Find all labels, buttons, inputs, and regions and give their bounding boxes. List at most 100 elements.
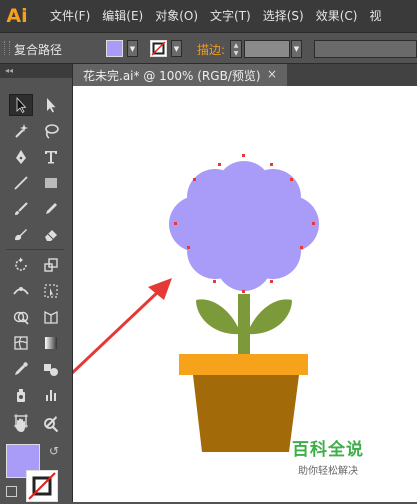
mesh-icon [14,336,28,350]
fill-color-swatch[interactable] [106,40,123,57]
selection-type-label: 复合路径 [14,43,63,57]
rotate-icon [15,257,27,271]
gradient-tool[interactable] [39,332,63,354]
default-colors-icon[interactable] [6,486,17,497]
menu-select[interactable]: 选择(S) [257,0,310,32]
pen-nib-icon [16,150,26,164]
eraser-icon [45,230,57,241]
pencil-icon [46,203,57,214]
magic-wand-icon [15,124,28,138]
close-tab-icon[interactable]: × [267,67,277,81]
lasso-tool[interactable] [39,120,63,142]
shape-builder-tool[interactable] [9,306,33,328]
width-tool-icon [13,287,29,295]
blend-tool[interactable] [39,358,63,380]
eraser-tool[interactable] [39,224,63,246]
rectangle-icon [45,178,57,188]
fill-dropdown-button[interactable]: ▼ [127,40,138,57]
chevron-down-icon: ▼ [293,45,300,53]
stroke-weight-dropdown[interactable]: ▼ [291,40,302,58]
menu-object[interactable]: 对象(O) [149,0,204,32]
left-leaf[interactable] [196,299,241,335]
blob-brush-icon [15,229,27,241]
stroke-dropdown-button[interactable]: ▼ [171,40,182,57]
stroke-weight-input[interactable] [244,40,290,58]
chevron-down-icon: ▼ [233,49,239,57]
chevron-down-icon: ▼ [173,44,180,53]
type-t-icon [45,151,57,164]
chevron-down-icon: ▼ [129,44,136,53]
document-tab[interactable]: 花未完.ai* @ 100% (RGB/预览) [73,64,287,86]
free-transform-icon [44,284,58,298]
menu-bar: Ai 文件(F) 编辑(E) 对象(O) 文字(T) 选择(S) 效果(C) 视 [0,0,417,32]
stroke-weight-spinner[interactable]: ▲ ▼ [230,40,242,58]
variable-width-dropdown[interactable] [314,40,417,58]
tools-collapse-button[interactable]: ◂◂ [0,64,72,78]
stroke-color-swatch[interactable] [150,40,167,57]
stroke-weight-label[interactable]: 描边: [197,41,225,58]
zoom-tool[interactable] [39,414,63,436]
type-tool[interactable] [39,146,63,168]
app-logo: Ai [6,5,28,27]
menu-effect[interactable]: 效果(C) [310,0,364,32]
column-graph-tool[interactable] [39,384,63,406]
scale-icon [44,258,58,272]
swap-fill-stroke-icon[interactable]: ↺ [49,444,59,458]
paintbrush-tool[interactable] [9,198,33,220]
width-tool[interactable] [9,280,33,302]
scale-tool[interactable] [39,254,63,276]
document-tab-bar: 花未完.ai* @ 100% (RGB/预览) × [73,64,417,86]
watermark-title: 百科全说 [292,440,364,460]
gradient-icon [45,337,57,349]
rectangle-tool[interactable] [39,172,63,194]
symbol-sprayer-tool[interactable] [9,384,33,406]
hand-icon [14,418,25,432]
direct-selection-arrow-icon [47,98,56,113]
pointer-arrow [73,278,172,375]
menu-file[interactable]: 文件(F) [44,0,96,32]
no-stroke-icon [28,472,56,500]
pen-tool[interactable] [9,146,33,168]
zoom-magnifier-icon [44,418,59,433]
menu-type[interactable]: 文字(T) [204,0,257,32]
tools-panel: ◂◂ [0,64,73,502]
flower-head[interactable] [169,161,319,291]
chevron-up-icon: ▲ [233,41,239,49]
line-segment-tool[interactable] [9,172,33,194]
blend-icon [44,364,58,376]
symbol-sprayer-icon [17,389,25,402]
selection-tool[interactable] [9,94,33,116]
pencil-tool[interactable] [39,198,63,220]
menu-items: 文件(F) 编辑(E) 对象(O) 文字(T) 选择(S) 效果(C) 视 [44,0,388,32]
line-segment-icon [14,176,28,190]
eyedropper-icon [15,362,28,375]
artwork [73,154,319,452]
control-bar: 复合路径 ▼ ▼ 描边: ▲ ▼ ▼ [0,32,417,64]
selection-arrow-icon [16,96,27,114]
pot-rim[interactable] [179,354,308,375]
right-leaf[interactable] [247,299,292,335]
blob-brush-tool[interactable] [9,224,33,246]
magic-wand-tool[interactable] [9,120,33,142]
column-graph-icon [46,390,56,401]
menu-edit[interactable]: 编辑(E) [96,0,149,32]
stroke-color-box[interactable] [26,470,58,502]
perspective-grid-tool[interactable] [39,306,63,328]
artboard-canvas[interactable] [73,86,417,502]
shape-builder-icon [13,311,29,325]
mesh-tool[interactable] [9,332,33,354]
panel-grip-icon[interactable] [4,41,10,55]
pot-body[interactable] [193,375,299,452]
watermark-subtitle: 助你轻松解决 [298,466,358,477]
rotate-tool[interactable] [9,254,33,276]
flower-stem[interactable] [238,294,250,358]
free-transform-tool[interactable] [39,280,63,302]
perspective-grid-icon [44,310,58,324]
direct-selection-tool[interactable] [39,94,63,116]
no-stroke-icon [151,41,166,56]
eyedropper-tool[interactable] [9,358,33,380]
hand-tool[interactable] [9,414,33,436]
document-tab-title: 花未完.ai* @ 100% (RGB/预览) [83,68,261,83]
watermark: 百科全说 助你轻松解决 [292,435,364,477]
menu-view[interactable]: 视 [363,0,387,32]
